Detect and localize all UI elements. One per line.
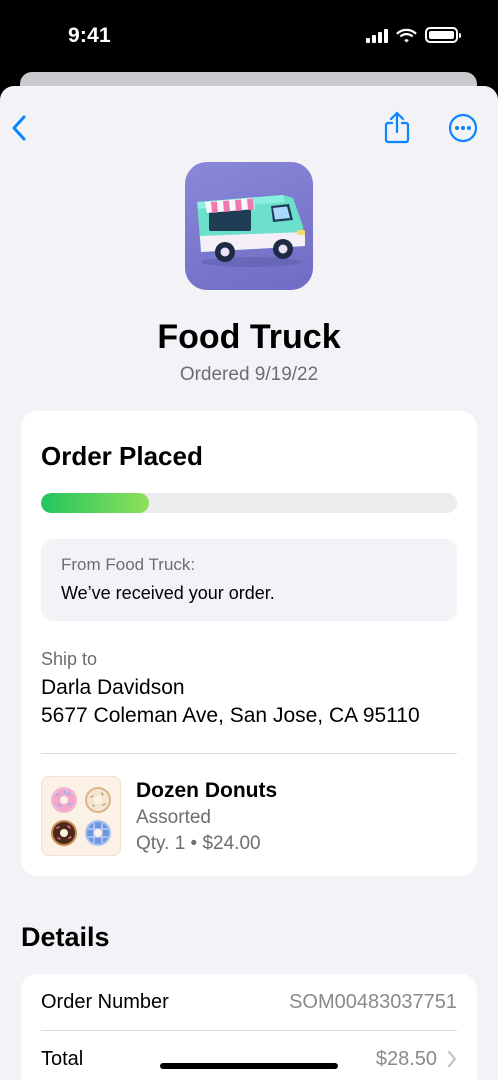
food-truck-app-icon — [185, 162, 313, 290]
order-number-row[interactable]: Order Number SOM00483037751 — [41, 974, 457, 1030]
more-button[interactable] — [446, 110, 480, 146]
details-heading: Details — [21, 922, 110, 952]
order-number-value: SOM00483037751 — [289, 990, 457, 1013]
battery-icon — [425, 27, 461, 43]
donuts-icon — [51, 787, 111, 846]
donuts-product-image — [41, 776, 121, 856]
ship-to-address: 5677 Coleman Ave, San Jose, CA 95110 — [41, 704, 420, 727]
nav-bar — [0, 86, 498, 166]
food-truck-icon — [197, 195, 305, 267]
order-date: Ordered 9/19/22 — [179, 364, 319, 385]
ellipsis-circle-icon — [448, 113, 478, 143]
status-bar: 9:41 — [0, 0, 498, 72]
wifi-icon — [396, 28, 417, 43]
total-label: Total — [41, 1047, 84, 1070]
share-icon — [384, 111, 410, 144]
status-time: 9:41 — [68, 24, 111, 47]
app-title: Food Truck — [157, 318, 341, 356]
cellular-signal-icon — [366, 28, 388, 43]
order-item[interactable]: Dozen Donuts Assorted Qty. 1 • $24.00 — [41, 776, 457, 856]
home-indicator — [160, 1063, 338, 1069]
message-from: From Food Truck: — [61, 555, 196, 574]
order-sheet: Food Truck Ordered 9/19/22 Order Placed … — [0, 86, 498, 1080]
total-row[interactable]: Total $28.50 — [41, 1031, 457, 1080]
order-status-title: Order Placed — [41, 441, 203, 471]
message-text: We’ve received your order. — [61, 583, 275, 603]
total-value-group: $28.50 — [376, 1048, 457, 1071]
merchant-message: From Food Truck: We’ve received your ord… — [41, 539, 457, 621]
order-progress-fill — [41, 493, 150, 513]
chevron-right-icon — [447, 1050, 457, 1068]
item-name: Dozen Donuts — [136, 779, 278, 802]
item-variant: Assorted — [136, 807, 211, 828]
chevron-left-icon — [12, 115, 26, 141]
back-button[interactable] — [2, 110, 36, 146]
total-value: $28.50 — [375, 1047, 437, 1070]
status-icons — [366, 27, 461, 43]
share-button[interactable] — [380, 110, 414, 146]
ship-to-name: Darla Davidson — [41, 676, 185, 699]
order-status-card: Order Placed From Food Truck: We’ve rece… — [21, 411, 477, 876]
item-quantity-price: Qty. 1 • $24.00 — [136, 833, 261, 854]
ship-to-label: Ship to — [41, 649, 98, 669]
order-number-label: Order Number — [41, 990, 169, 1013]
order-progress-bar — [41, 493, 457, 513]
divider — [41, 753, 457, 754]
